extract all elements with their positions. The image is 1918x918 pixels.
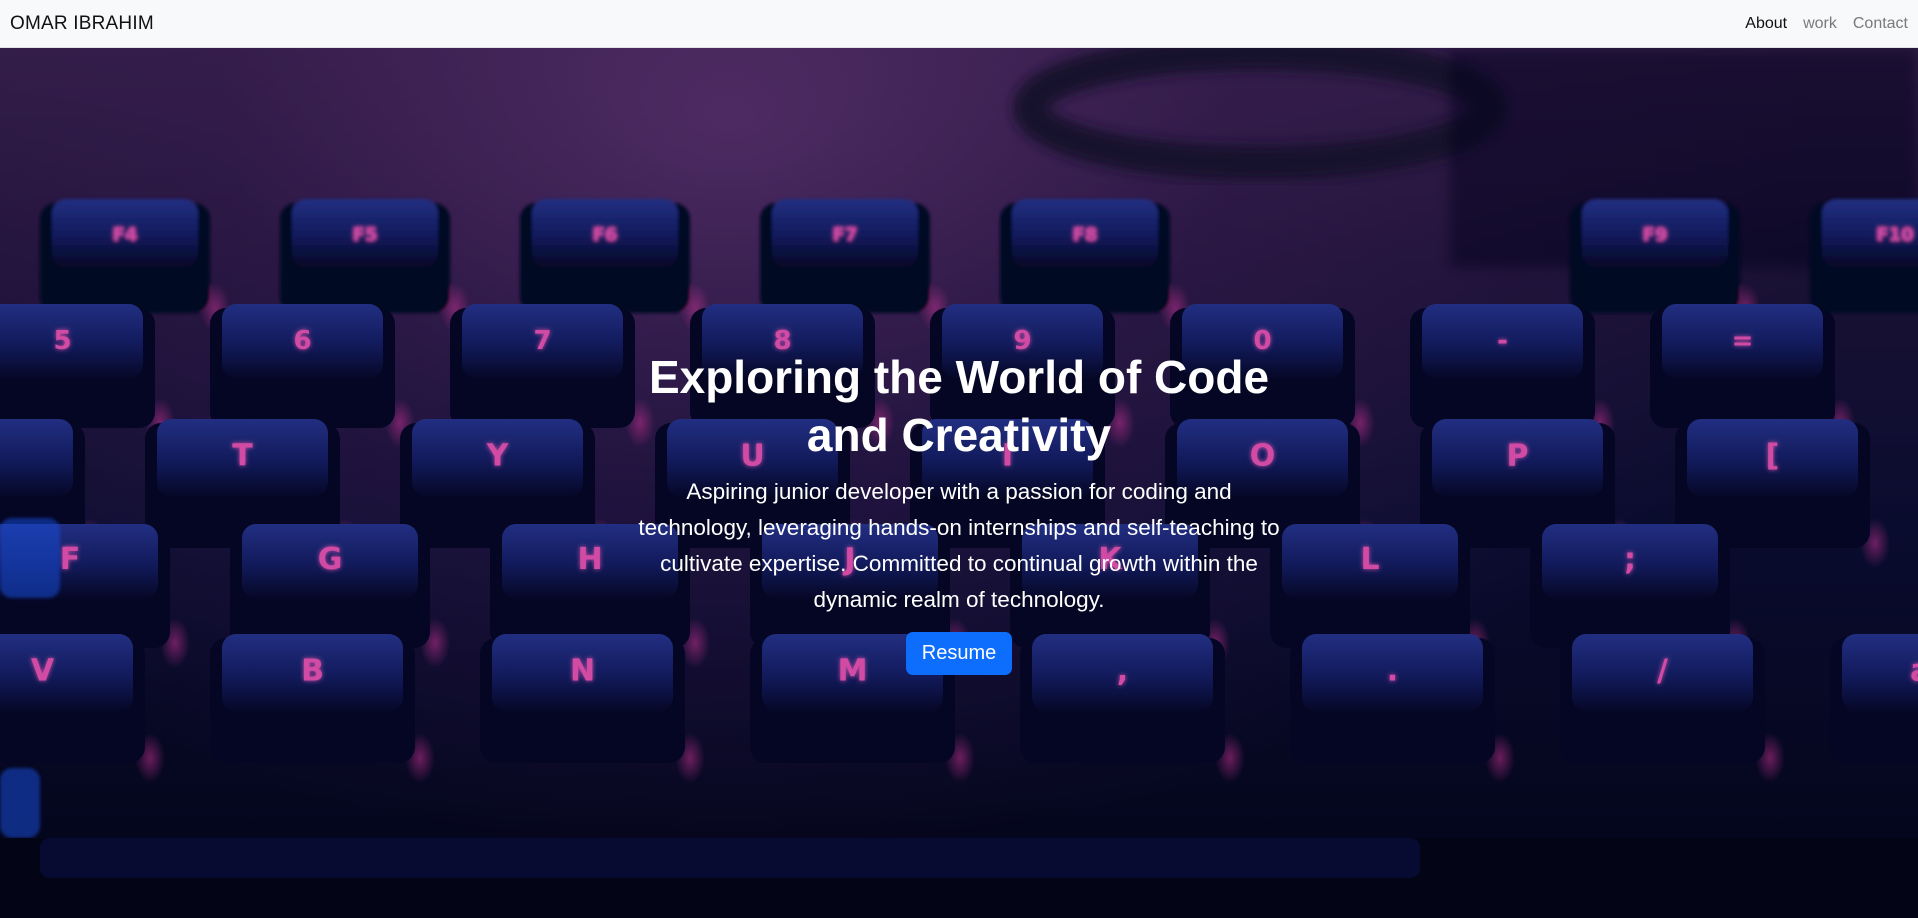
nav-link-work[interactable]: work [1803,15,1837,33]
nav-links: About work Contact [1745,15,1908,33]
brand-logo[interactable]: OMAR IBRAHIM [10,13,154,35]
navbar: OMAR IBRAHIM About work Contact [0,0,1918,48]
hero-content: Exploring the World of Code and Creativi… [609,348,1309,675]
hero-section: F4F5F6F7F8F9F10567890-=RTYUIOP[FGHJKL;VB… [0,48,1918,918]
hero-description: Aspiring junior developer with a passion… [638,479,1280,612]
nav-link-about[interactable]: About [1745,15,1787,33]
resume-button[interactable]: Resume [905,632,1013,675]
hero-title: Exploring the World of Code and Creativi… [648,351,1270,461]
nav-link-contact[interactable]: Contact [1853,15,1908,33]
